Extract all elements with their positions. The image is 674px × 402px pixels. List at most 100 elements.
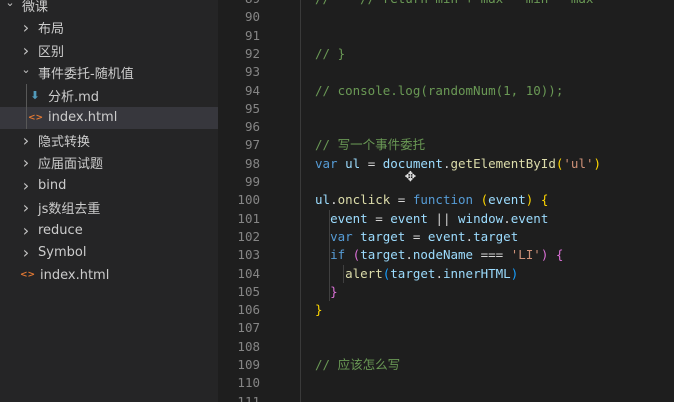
tree-item-label: index.html (48, 110, 118, 125)
folder-item[interactable]: › 隐式转换 (0, 129, 218, 151)
file-item[interactable]: <> index.html (0, 264, 218, 286)
code-token: = (390, 192, 413, 208)
file-explorer-sidebar: ⌄ 微课 › 布局 › 区别 ⌄ 事件委托-随机值 ⬇ 分析.md <> index.html › 隐式转… (0, 0, 218, 402)
code-token: var (315, 155, 338, 171)
code-line[interactable]: 106} (218, 301, 674, 319)
code-token: = (405, 228, 428, 244)
code-token: ul (345, 155, 361, 171)
chevron-right-icon: › (22, 198, 30, 217)
code-line[interactable]: 94 // console.log(randomNum(1, 10)); (218, 82, 674, 100)
code-line[interactable]: 103 if (target.nodeName === 'LI') { (218, 246, 674, 264)
code-token: alert (345, 265, 383, 281)
folder-item[interactable]: › Symbol (0, 242, 218, 264)
code-line[interactable]: 99 (218, 173, 674, 191)
code-token: 'ul' (563, 155, 594, 171)
code-line[interactable]: 93 (218, 63, 674, 81)
line-number: 106 (237, 302, 260, 318)
code-text: } (315, 283, 338, 301)
chevron-right-icon: › (22, 175, 30, 195)
folder-item[interactable]: › 区别 (0, 39, 218, 61)
code-line[interactable]: 98 var ul = document.getElementById('ul') (218, 155, 674, 173)
code-line[interactable]: 105 } (218, 283, 674, 301)
tree-item-label: 事件委托-随机值 (38, 67, 134, 82)
folder-item[interactable]: ⌄ 事件委托-随机值 (0, 62, 218, 84)
folder-item[interactable]: › 布局 (0, 17, 218, 39)
folder-item[interactable]: › js数组去重 (0, 197, 218, 219)
tree-item-label: 应届面试题 (38, 157, 104, 172)
code-line[interactable]: 95 (218, 100, 674, 118)
code-token: if (330, 247, 346, 263)
code-text: // // return min + max - min * max (315, 0, 593, 8)
code-text: // console.log(randomNum(1, 10)); (315, 82, 563, 100)
line-number: 103 (237, 247, 260, 263)
code-line[interactable]: 101 event = event || window.event (218, 210, 674, 228)
code-token: = (360, 155, 383, 171)
code-text: var ul = document.getElementById('ul') (315, 155, 601, 173)
line-number: 108 (237, 338, 260, 354)
line-number: 91 (244, 27, 260, 43)
code-token: // 应该怎么写 (315, 357, 401, 372)
html-file-icon: <> (20, 270, 36, 280)
code-token: nodeName (412, 247, 474, 263)
code-line[interactable]: 104 alert(target.innerHTML) (218, 265, 674, 283)
code-text: // } (315, 45, 345, 63)
chevron-right-icon: › (22, 40, 30, 60)
code-token: { (555, 247, 564, 263)
code-token: event (390, 210, 428, 226)
code-text: event = event || window.event (315, 210, 548, 228)
folder-item[interactable]: › bind (0, 174, 218, 196)
code-text: // 写一个事件委托 (315, 136, 425, 154)
code-line[interactable]: 100 ul.onclick = function (event) { (218, 191, 674, 209)
code-line[interactable]: 108 (218, 338, 674, 356)
line-number: 102 (237, 228, 260, 244)
code-line[interactable]: 110 (218, 374, 674, 392)
code-line[interactable]: 97 // 写一个事件委托 (218, 136, 674, 154)
code-line[interactable]: 92 // } (218, 45, 674, 63)
html-file-icon: <> (28, 112, 44, 123)
code-editor[interactable]: ✥ 89// // return min + max - min * max90… (218, 0, 674, 402)
code-token: } (330, 283, 338, 299)
code-token: getElementById (450, 155, 556, 171)
code-line[interactable]: 107 (218, 319, 674, 337)
file-item[interactable]: ⬇ 分析.md (0, 84, 218, 106)
line-number: 98 (244, 155, 260, 171)
line-number: 89 (218, 0, 260, 8)
folder-item[interactable]: ⌄ 微课 (0, 0, 218, 16)
code-line[interactable]: 102 var target = event.target (218, 228, 674, 246)
code-token: = (367, 210, 391, 226)
folder-item[interactable]: › 应届面试题 (0, 152, 218, 174)
code-text: var target = event.target (315, 228, 518, 246)
line-number: 100 (237, 192, 260, 208)
line-number: 99 (244, 174, 260, 189)
file-item[interactable]: <> index.html (0, 106, 218, 129)
code-token: function (412, 192, 474, 208)
indent-guide (329, 209, 330, 302)
line-number: 105 (237, 283, 260, 299)
indent-guide (343, 264, 344, 283)
code-token: onclick (337, 192, 391, 208)
code-token: // // return min + max - min * max (315, 0, 593, 6)
line-number: 109 (237, 357, 260, 372)
code-token: ) (510, 265, 519, 281)
code-line[interactable]: 111 (218, 393, 674, 402)
code-token: ( (480, 192, 489, 208)
code-token: event (427, 228, 466, 244)
code-line[interactable]: 90 (218, 8, 674, 26)
line-number: 104 (237, 265, 260, 281)
tree-item-label: 微课 (22, 0, 49, 15)
code-line[interactable]: 109 // 应该怎么写 (218, 356, 674, 374)
code-token: . (330, 192, 338, 208)
code-line[interactable]: 91 (218, 27, 674, 45)
code-line[interactable]: 89 // // return min + max - min * max (218, 0, 674, 8)
line-number: 95 (244, 100, 260, 116)
code-token: . (435, 265, 443, 281)
folder-item[interactable]: › reduce (0, 219, 218, 241)
code-line[interactable]: 96 (218, 118, 674, 136)
